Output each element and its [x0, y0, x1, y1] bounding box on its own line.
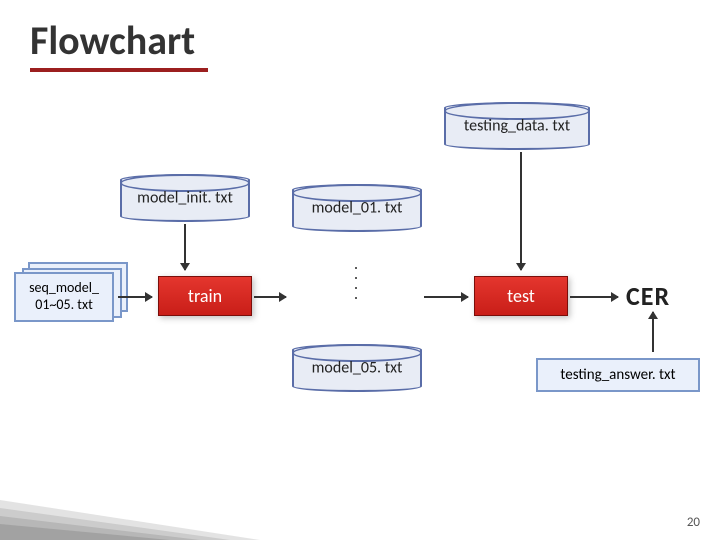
cylinder-label: model_01. txt: [312, 199, 403, 218]
process-label: test: [507, 285, 535, 307]
page-number: 20: [687, 515, 700, 530]
arrow-test-to-cer: [570, 296, 618, 298]
process-label: train: [188, 285, 222, 307]
ellipsis-dots: . . . .: [354, 260, 358, 300]
file-label: testing_answer. txt: [560, 366, 675, 384]
file-seq-model: seq_model_ 01~05. txt: [14, 272, 114, 322]
decorative-wedge: [0, 470, 260, 540]
arrow-modelinit-to-train: [184, 224, 186, 270]
arrow-seqmodel-to-train: [118, 296, 152, 298]
file-testing-answer: testing_answer. txt: [536, 358, 700, 392]
file-label: seq_model_ 01~05. txt: [29, 280, 99, 314]
cylinder-testing-data: testing_data. txt: [444, 102, 590, 150]
arrow-testingdata-to-test: [520, 152, 522, 270]
process-test: test: [474, 276, 568, 316]
arrow-answer-to-cer: [652, 312, 654, 352]
cylinder-model-init: model_init. txt: [120, 174, 250, 222]
arrow-models-to-test: [424, 296, 468, 298]
cylinder-model-05: model_05. txt: [292, 344, 422, 392]
title-underline: [30, 68, 208, 72]
output-cer: CER: [626, 280, 670, 312]
cylinder-label: model_05. txt: [312, 359, 403, 378]
arrow-train-to-models: [254, 296, 286, 298]
cylinder-label: testing_data. txt: [464, 117, 570, 136]
page-title: Flowchart: [30, 16, 195, 65]
cylinder-model-01: model_01. txt: [292, 184, 422, 232]
cylinder-label: model_init. txt: [137, 189, 233, 208]
process-train: train: [158, 276, 252, 316]
